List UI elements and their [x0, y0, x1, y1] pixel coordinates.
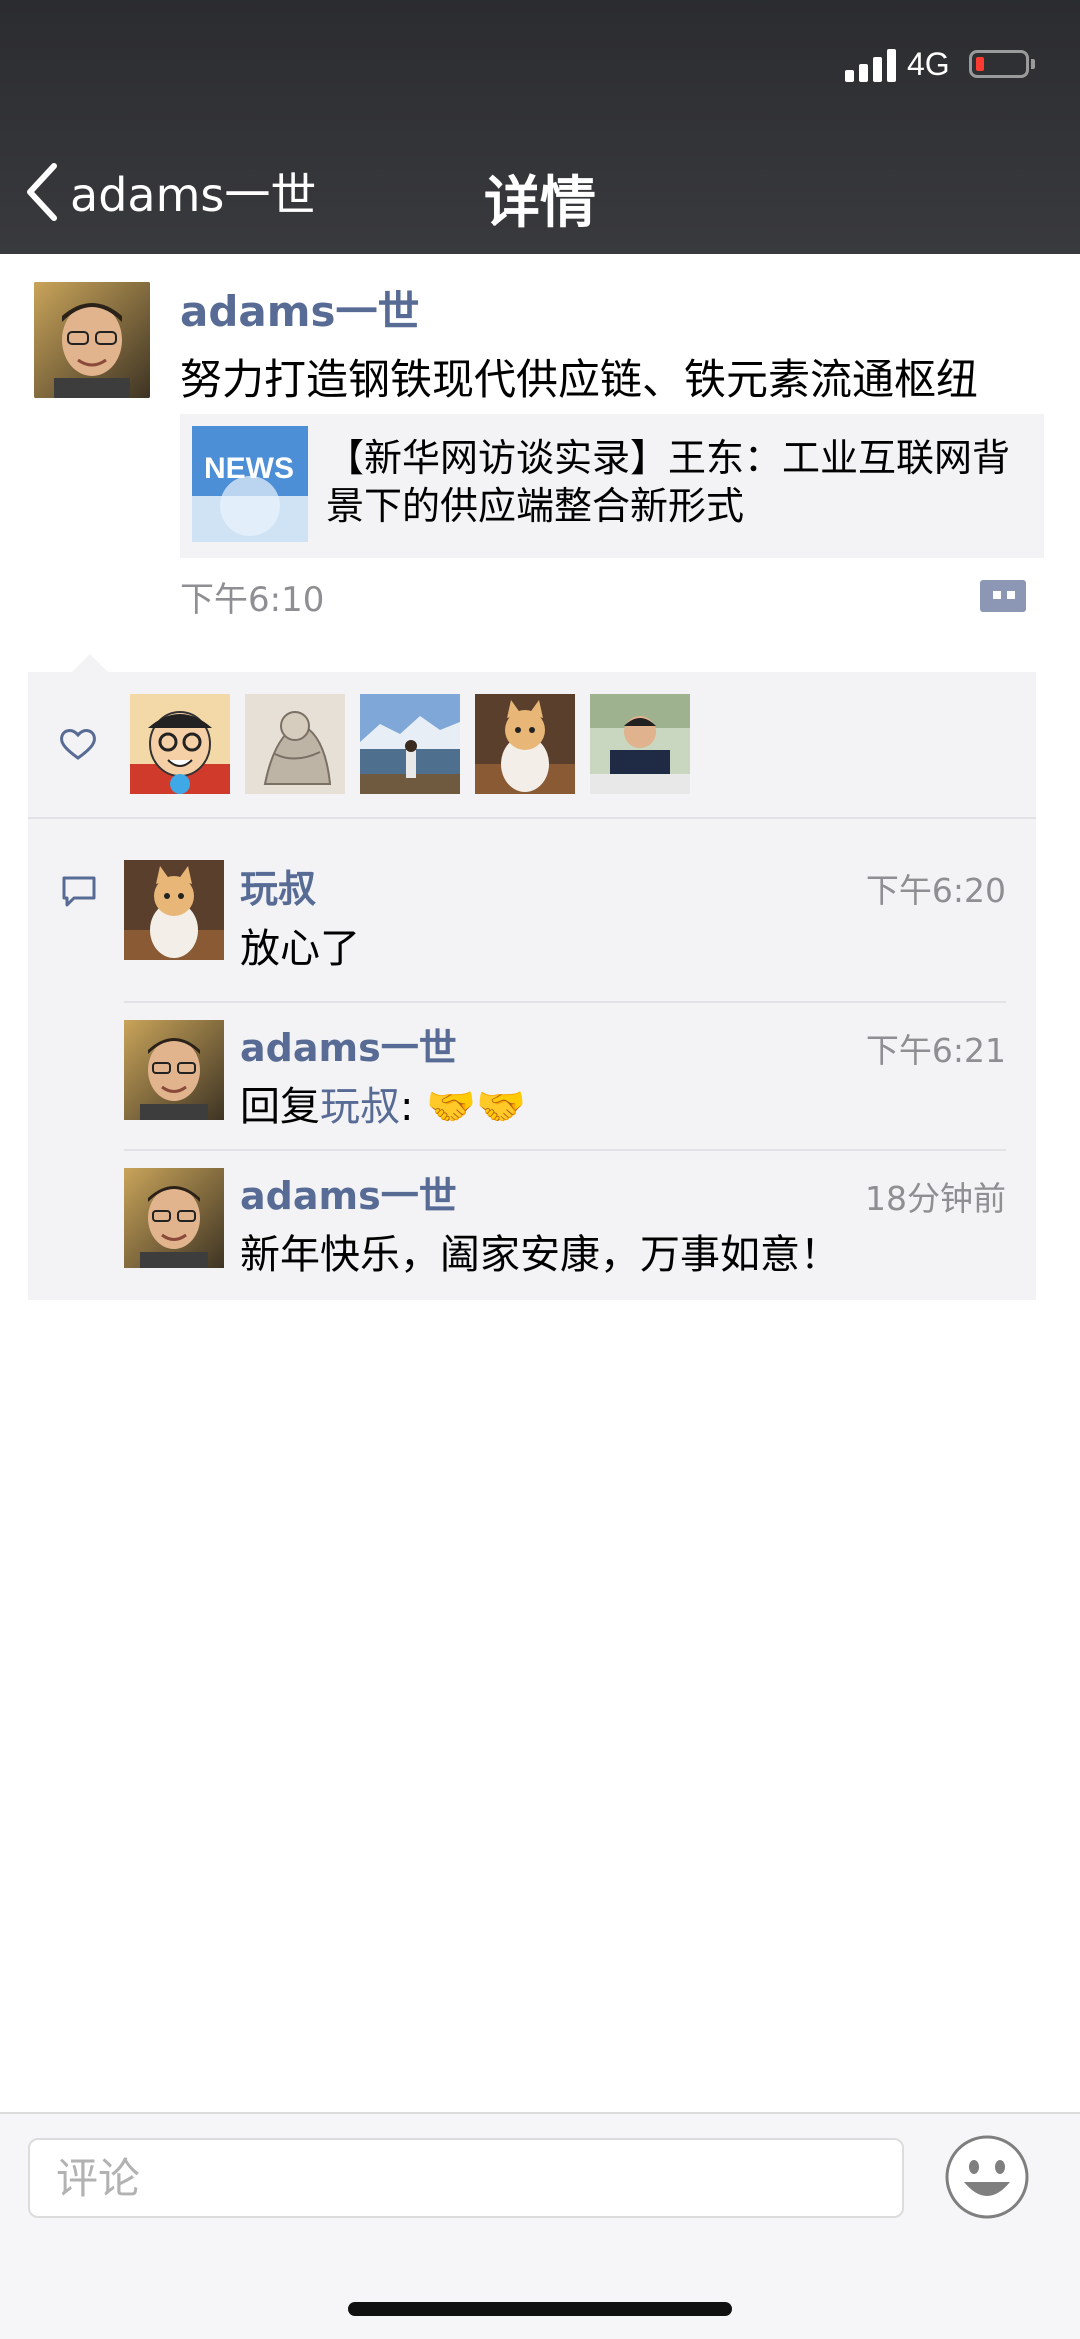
reply-prefix: 回复 [240, 1084, 320, 1130]
comment-time: 下午6:20 [865, 871, 1006, 910]
post-timestamp: 下午6:10 [180, 580, 325, 620]
comment-text: 新年快乐，阖家安康，万事如意！ [240, 1232, 840, 1278]
status-bar: 4G [0, 0, 1080, 130]
author-avatar[interactable] [34, 282, 150, 398]
liker-avatar[interactable] [590, 694, 690, 794]
ellipsis-icon [980, 580, 1026, 612]
comment-divider [124, 1001, 1006, 1003]
network-type: 4G [907, 46, 950, 82]
emoji-button[interactable] [944, 2134, 1030, 2220]
reply-separator: : [400, 1084, 427, 1130]
commenter-name[interactable]: adams一世 [240, 1017, 457, 1072]
liker-avatar[interactable] [130, 694, 230, 794]
comment-emoji: 🤝🤝 [426, 1084, 526, 1130]
comment-time: 18分钟前 [865, 1179, 1006, 1218]
post-text: 努力打造钢铁现代供应链、铁元素流通枢纽 [180, 355, 979, 404]
smiley-icon [945, 2135, 1029, 2219]
post-author-name[interactable]: adams一世 [180, 278, 420, 339]
commenter-avatar[interactable] [124, 1168, 224, 1268]
signal-strength-icon [845, 48, 897, 82]
shared-link-card[interactable]: NEWS 【新华网访谈实录】王东：工业互联网背景下的供应端整合新形式 [180, 414, 1044, 558]
link-thumbnail-text: NEWS [204, 452, 294, 485]
commenter-name[interactable]: 玩叔 [240, 858, 316, 913]
comment-input-bar [0, 2112, 1080, 2339]
likes-comments-panel: 玩叔 下午6:20 放心了 adams一世 下午6:21 回复玩叔: 🤝🤝 ad… [28, 654, 1036, 1300]
reply-to-name[interactable]: 玩叔 [320, 1084, 400, 1130]
comment-text: 回复玩叔: 🤝🤝 [240, 1074, 526, 1132]
liker-avatar[interactable] [245, 694, 345, 794]
navigation-bar: adams一世 详情 [0, 130, 1080, 254]
page-title: 详情 [484, 171, 596, 236]
liker-avatar[interactable] [360, 694, 460, 794]
comment-text: 放心了 [240, 926, 360, 972]
commenter-name[interactable]: adams一世 [240, 1165, 457, 1220]
likes-row [28, 672, 1036, 819]
heart-icon [60, 729, 96, 760]
more-actions-button[interactable] [976, 576, 1030, 616]
link-thumbnail: NEWS [192, 426, 308, 542]
link-title: 【新华网访谈实录】王东：工业互联网背景下的供应端整合新形式 [326, 436, 1011, 528]
header: 4G adams一世 详情 [0, 0, 1080, 254]
comment-input[interactable] [28, 2138, 904, 2218]
battery-icon [969, 50, 1035, 78]
comment-divider [124, 1149, 1006, 1151]
home-indicator [348, 2302, 732, 2316]
liker-avatar[interactable] [475, 694, 575, 794]
comment-time: 下午6:21 [865, 1031, 1006, 1070]
comment-icon [62, 876, 96, 907]
moments-detail-screen: 4G adams一世 详情 adams一世 努力打造钢铁现代供应链、铁元素流通枢… [0, 0, 1080, 2339]
commenter-avatar[interactable] [124, 1020, 224, 1120]
commenter-avatar[interactable] [124, 860, 224, 960]
